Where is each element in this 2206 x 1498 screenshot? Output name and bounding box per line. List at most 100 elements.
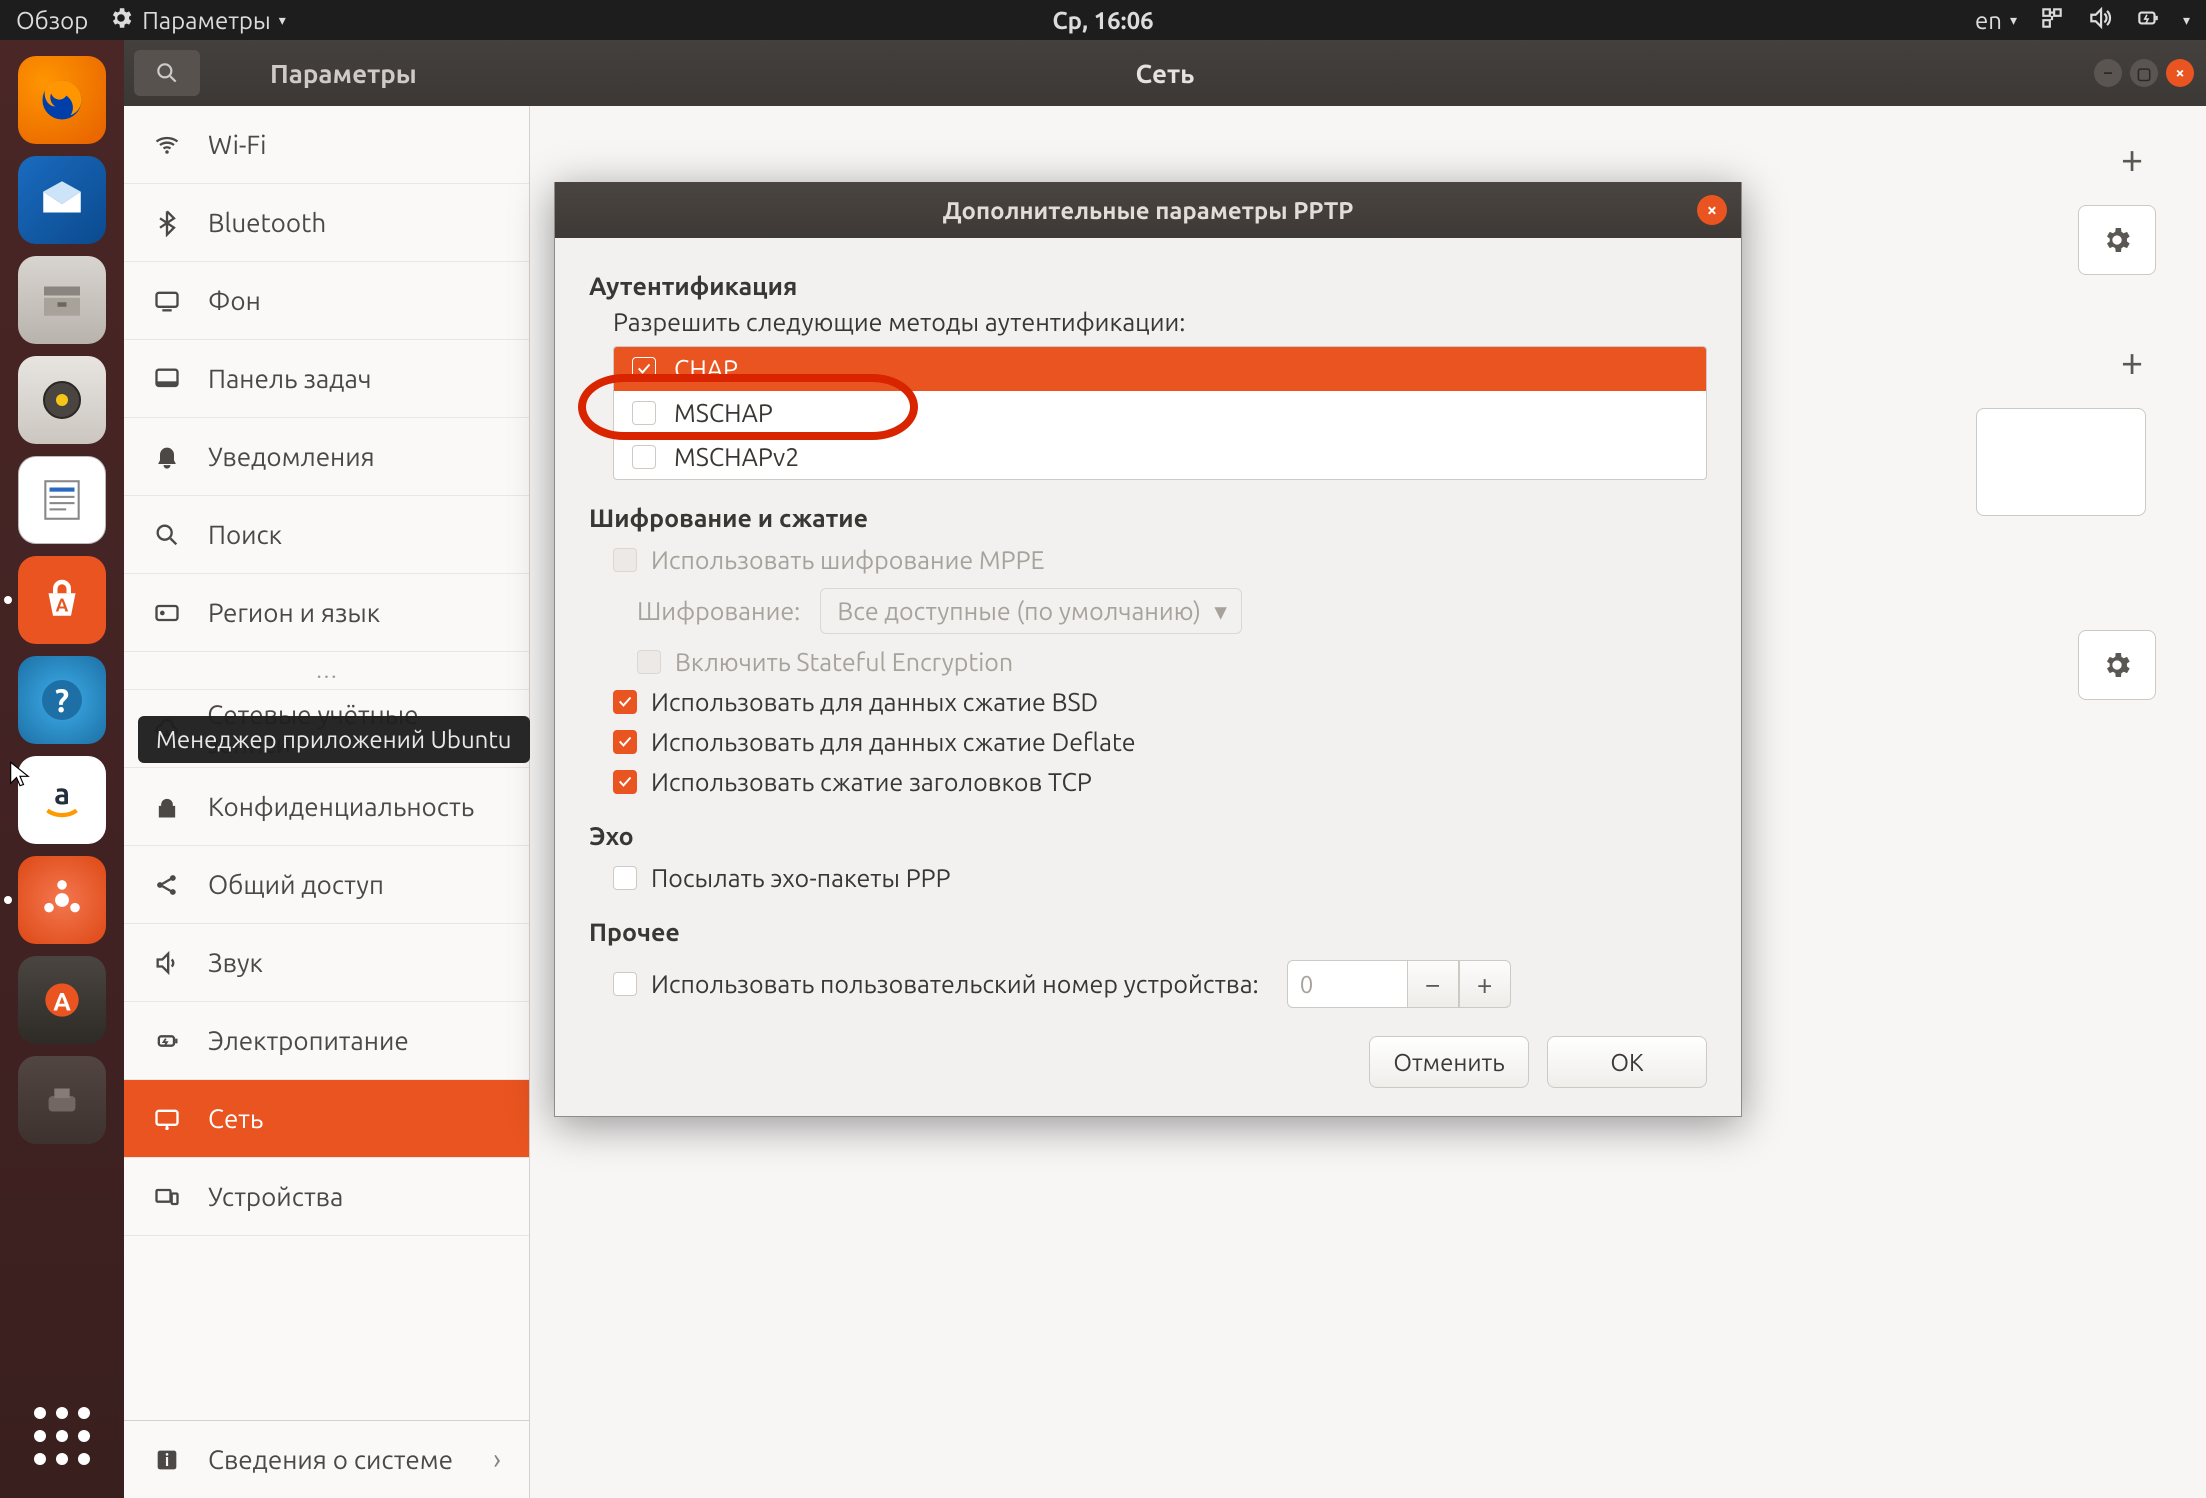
sidebar-item-sharing[interactable]: Общий доступ — [124, 846, 529, 924]
option-label: Включить Stateful Encryption — [675, 648, 1013, 676]
auth-method-mschap[interactable]: MSCHAP — [614, 391, 1706, 435]
encryption-combo[interactable]: Все доступные (по умолчанию) — [820, 588, 1242, 634]
clock[interactable]: Ср, 16:06 — [1052, 7, 1153, 34]
sidebar-item-region[interactable]: Регион и язык — [124, 574, 529, 652]
sidebar-item-notifications[interactable]: Уведомления — [124, 418, 529, 496]
lang-label: en — [1975, 7, 2002, 34]
launcher-tooltip: Менеджер приложений Ubuntu — [138, 716, 530, 763]
proxy-settings-button[interactable] — [2078, 630, 2156, 700]
battery-icon[interactable] — [2135, 5, 2161, 36]
minimize-button[interactable]: – — [2094, 59, 2122, 87]
region-icon — [152, 598, 182, 628]
sidebar-item-bluetooth[interactable]: Bluetooth — [124, 184, 529, 262]
option-deflate-compression[interactable]: Использовать для данных сжатие Deflate — [613, 722, 1707, 762]
checkbox-icon[interactable] — [613, 972, 637, 996]
search-button[interactable] — [134, 50, 200, 96]
checkbox-icon[interactable] — [613, 866, 637, 890]
auth-method-mschapv2[interactable]: MSCHAPv2 — [614, 435, 1706, 479]
activities-button[interactable]: Обзор — [16, 7, 88, 34]
keyboard-layout-indicator[interactable]: en ▾ — [1975, 7, 2017, 34]
option-ppp-echo[interactable]: Посылать эхо-пакеты PPP — [613, 858, 1707, 898]
chevron-down-icon[interactable]: ▾ — [2183, 12, 2190, 29]
cancel-button[interactable]: Отменить — [1369, 1036, 1529, 1088]
launcher-software-updater[interactable]: A — [18, 956, 106, 1044]
add-vpn-button[interactable]: + — [2108, 339, 2156, 384]
auth-method-chap[interactable]: CHAP — [614, 347, 1706, 391]
sidebar-item-wifi[interactable]: Wi-Fi — [124, 106, 529, 184]
auth-heading: Аутентификация — [589, 272, 1707, 300]
checkbox-icon[interactable] — [632, 445, 656, 469]
connection-settings-button[interactable] — [2078, 205, 2156, 275]
spin-up-button[interactable]: + — [1459, 960, 1511, 1008]
sidebar-item-dock[interactable]: Панель задач — [124, 340, 529, 418]
option-label: Посылать эхо-пакеты PPP — [651, 864, 951, 892]
sidebar-item-about[interactable]: iСведения о системе › — [124, 1420, 529, 1498]
spin-down-button[interactable]: − — [1407, 960, 1459, 1008]
checkbox-icon[interactable] — [632, 401, 656, 425]
svg-text:?: ? — [55, 683, 69, 719]
vpn-entry[interactable] — [1976, 408, 2146, 516]
auth-method-label: MSCHAPv2 — [674, 443, 799, 471]
option-label: Использовать пользовательский номер устр… — [651, 970, 1259, 998]
launcher-libreoffice-writer[interactable] — [18, 456, 106, 544]
chevron-right-icon: › — [493, 1444, 501, 1475]
sidebar-item-privacy[interactable]: Конфиденциальность — [124, 768, 529, 846]
power-icon — [152, 1026, 182, 1056]
share-icon — [152, 870, 182, 900]
privacy-icon — [152, 792, 182, 822]
option-label: Использовать шифрование MPPE — [651, 546, 1045, 574]
sidebar-item-power[interactable]: Электропитание — [124, 1002, 529, 1080]
checkbox-icon[interactable] — [632, 357, 656, 381]
launcher-firefox[interactable] — [18, 56, 106, 144]
launcher-files[interactable] — [18, 256, 106, 344]
launcher-ubuntu-software[interactable]: A — [18, 556, 106, 644]
sidebar-item-background[interactable]: Фон — [124, 262, 529, 340]
checkbox-icon — [637, 650, 661, 674]
auth-method-label: MSCHAP — [674, 399, 773, 427]
unit-number-input[interactable]: 0 — [1287, 960, 1407, 1008]
bell-icon — [152, 442, 182, 472]
dialog-close-button[interactable]: × — [1697, 195, 1727, 225]
volume-icon[interactable] — [2087, 5, 2113, 36]
running-indicator — [4, 896, 12, 904]
option-custom-unit[interactable]: Использовать пользовательский номер устр… — [613, 954, 1707, 1014]
app-menu[interactable]: Параметры ▾ — [108, 5, 286, 36]
dialog-title: Дополнительные параметры PPTP — [943, 197, 1354, 224]
network-controls: + + — [1976, 136, 2156, 700]
sidebar-item-search[interactable]: Поиск — [124, 496, 529, 574]
launcher-help[interactable]: ? — [18, 656, 106, 744]
add-connection-button[interactable]: + — [2108, 136, 2156, 181]
chevron-down-icon: ▾ — [279, 12, 286, 29]
sidebar-item-network[interactable]: Сеть — [124, 1080, 529, 1158]
option-use-mppe[interactable]: Использовать шифрование MPPE — [613, 540, 1707, 580]
display-icon — [152, 286, 182, 316]
option-stateful[interactable]: Включить Stateful Encryption — [637, 642, 1707, 682]
pptp-advanced-dialog: Дополнительные параметры PPTP × Аутентиф… — [554, 182, 1742, 1117]
sidebar-item-label: Панель задач — [208, 364, 372, 393]
ok-button[interactable]: ОК — [1547, 1036, 1707, 1088]
launcher-thunderbird[interactable] — [18, 156, 106, 244]
dock-icon — [152, 364, 182, 394]
svg-text:A: A — [53, 987, 71, 1015]
option-bsd-compression[interactable]: Использовать для данных сжатие BSD — [613, 682, 1707, 722]
show-applications-button[interactable] — [18, 1392, 106, 1480]
checkbox-icon[interactable] — [613, 690, 637, 714]
checkbox-icon[interactable] — [613, 770, 637, 794]
close-button[interactable]: × — [2166, 59, 2194, 87]
network-icon[interactable] — [2039, 5, 2065, 36]
echo-heading: Эхо — [589, 822, 1707, 850]
maximize-button[interactable]: ▢ — [2130, 59, 2158, 87]
unit-number-spinner: 0 − + — [1287, 960, 1511, 1008]
sidebar-item-label: Сведения о системе — [208, 1445, 453, 1474]
sidebar-item-devices[interactable]: Устройства — [124, 1158, 529, 1236]
sidebar-item-sound[interactable]: Звук — [124, 924, 529, 1002]
option-tcp-header-compression[interactable]: Использовать сжатие заголовков TCP — [613, 762, 1707, 802]
launcher-system-settings[interactable] — [18, 856, 106, 944]
search-icon — [152, 520, 182, 550]
launcher-rhythmbox[interactable] — [18, 356, 106, 444]
checkbox-icon[interactable] — [613, 730, 637, 754]
chevron-down-icon: ▾ — [2010, 12, 2017, 29]
encryption-label: Шифрование: — [637, 597, 800, 625]
sidebar-item-hidden[interactable]: … — [124, 652, 529, 690]
launcher-additional[interactable] — [18, 1056, 106, 1144]
